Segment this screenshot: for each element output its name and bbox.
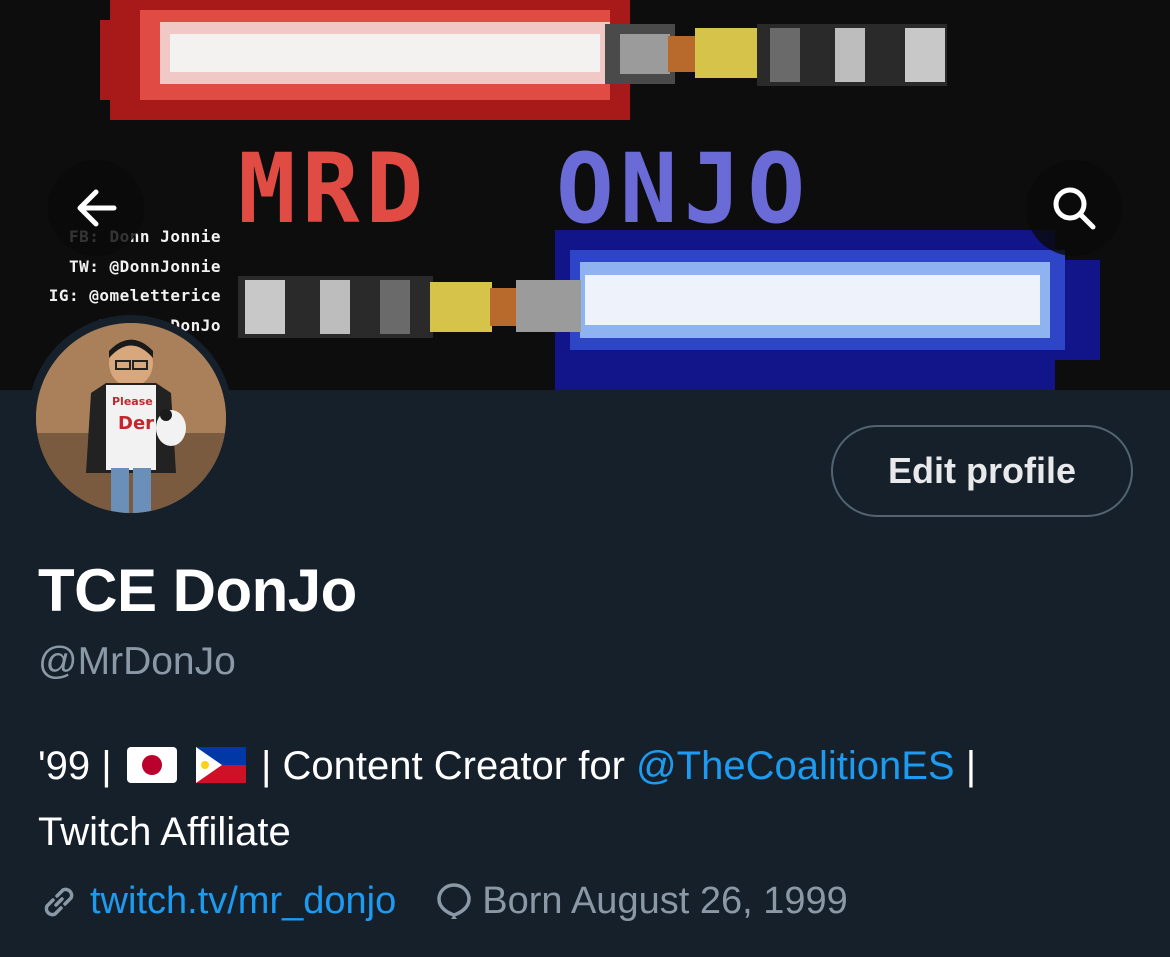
bio-mention-link[interactable]: @TheCoalitionES <box>636 744 955 788</box>
back-button[interactable] <box>48 160 144 256</box>
profile-meta: twitch.tv/mr_donjo Born August 26, 1999 <box>38 880 848 923</box>
bio: '99 | | Content Creator for @TheCoalitio… <box>38 735 1138 863</box>
website-link[interactable]: twitch.tv/mr_donjo <box>90 880 396 923</box>
arrow-left-icon <box>77 189 117 227</box>
blue-lightsaber <box>238 230 1100 390</box>
svg-text:MRD: MRD <box>238 133 429 245</box>
avatar[interactable]: Please Der <box>28 315 233 520</box>
search-icon <box>1053 187 1096 230</box>
search-button[interactable] <box>1026 160 1122 256</box>
user-handle: @MrDonJo <box>38 640 236 683</box>
bio-prefix: '99 | <box>38 744 112 788</box>
bio-middle: | Content Creator for <box>261 744 625 788</box>
japan-flag-icon <box>126 739 177 801</box>
svg-text:Please: Please <box>112 395 153 408</box>
svg-text:Der: Der <box>118 413 154 434</box>
red-lightsaber <box>100 0 947 120</box>
bio-suffix: | <box>965 744 977 788</box>
banner-line-tw: TW: @DonnJonnie <box>69 256 221 276</box>
birthday-text: Born August 26, 1999 <box>482 880 848 922</box>
svg-text:ONJO: ONJO <box>556 133 811 245</box>
edit-profile-button[interactable]: Edit profile <box>831 425 1133 517</box>
logo-text: MRD ONJO <box>238 133 811 245</box>
bio-line-2: Twitch Affiliate <box>38 810 291 854</box>
balloon-icon <box>436 881 472 923</box>
display-name: TCE DonJo <box>38 557 357 624</box>
link-icon <box>38 881 80 923</box>
avatar-photo: Please Der <box>35 322 226 513</box>
philippines-flag-icon <box>195 739 246 801</box>
banner-line-ig: IG: @omeletterice <box>48 286 221 305</box>
